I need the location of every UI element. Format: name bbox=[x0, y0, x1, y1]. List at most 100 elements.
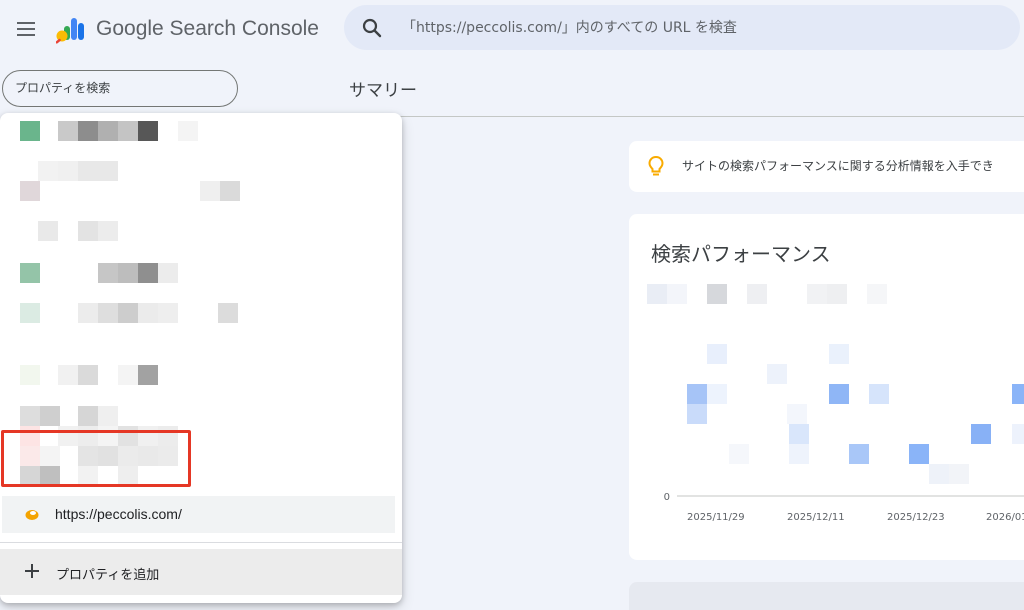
blurred-block bbox=[78, 406, 98, 426]
blurred-block bbox=[20, 263, 40, 283]
chart-blur-block bbox=[787, 404, 807, 424]
blurred-block bbox=[20, 446, 40, 466]
chart-blur-block bbox=[729, 444, 749, 464]
chart-blur-block bbox=[867, 284, 887, 304]
blurred-block bbox=[118, 426, 138, 446]
chart-blur-block bbox=[647, 284, 667, 304]
chart-blur-block bbox=[707, 344, 727, 364]
menu-icon bbox=[17, 22, 35, 36]
blurred-block bbox=[118, 446, 138, 466]
chart-blur-block bbox=[909, 444, 929, 464]
blurred-block bbox=[20, 181, 40, 201]
blurred-block bbox=[158, 426, 178, 446]
blurred-block bbox=[40, 406, 60, 426]
chart-blur-block bbox=[789, 424, 809, 444]
property-search[interactable]: プロパティを検索 bbox=[2, 70, 238, 107]
chart-blur-block bbox=[767, 364, 787, 384]
blurred-block bbox=[220, 181, 240, 201]
add-property-label: プロパティを追加 bbox=[56, 568, 160, 583]
blurred-block bbox=[78, 365, 98, 385]
blurred-block bbox=[158, 303, 178, 323]
blurred-property-list bbox=[20, 121, 240, 486]
chart-blur-block bbox=[1012, 384, 1024, 404]
blurred-block bbox=[138, 365, 158, 385]
x-tick-label: 2025/12/11 bbox=[787, 512, 845, 523]
blurred-block bbox=[78, 303, 98, 323]
chart-blur-block bbox=[869, 384, 889, 404]
blurred-block bbox=[20, 426, 40, 446]
x-tick-label: 2025/12/23 bbox=[887, 512, 945, 523]
search-console-logo[interactable] bbox=[56, 14, 86, 44]
blurred-block bbox=[98, 406, 118, 426]
blurred-block bbox=[78, 446, 98, 466]
chart-blur-block bbox=[829, 384, 849, 404]
insight-banner[interactable]: サイトの検索パフォーマンスに関する分析情報を入手でき bbox=[629, 141, 1024, 192]
chart-blur-block bbox=[747, 284, 767, 304]
chart-blur-block bbox=[667, 284, 687, 304]
url-inspection-search[interactable] bbox=[344, 5, 1020, 50]
chart-blur-block bbox=[707, 284, 727, 304]
chart-blur-block bbox=[687, 404, 707, 424]
blurred-block bbox=[158, 446, 178, 466]
blurred-block bbox=[20, 466, 40, 486]
blurred-block bbox=[20, 303, 40, 323]
blurred-block bbox=[138, 121, 158, 141]
blurred-block bbox=[158, 263, 178, 283]
blurred-block bbox=[58, 121, 78, 141]
blurred-block bbox=[78, 466, 98, 486]
blurred-block bbox=[138, 303, 158, 323]
blurred-block bbox=[20, 121, 40, 141]
top-bar: Google Search Console bbox=[0, 0, 1024, 60]
blurred-block bbox=[98, 263, 118, 283]
next-card bbox=[629, 582, 1024, 610]
blurred-block bbox=[118, 365, 138, 385]
blurred-block bbox=[58, 365, 78, 385]
menu-button[interactable] bbox=[12, 15, 40, 43]
search-icon[interactable] bbox=[361, 17, 383, 39]
chart-blur-block bbox=[789, 444, 809, 464]
blurred-block bbox=[138, 263, 158, 283]
blurred-block bbox=[20, 406, 40, 426]
blurred-block bbox=[118, 263, 138, 283]
blurred-block bbox=[98, 446, 118, 466]
chart-blur-block bbox=[929, 464, 949, 484]
brand-title[interactable]: Google Search Console bbox=[96, 17, 319, 41]
blurred-block bbox=[218, 303, 238, 323]
blurred-block bbox=[200, 181, 220, 201]
url-inspection-input[interactable] bbox=[402, 5, 1002, 50]
blurred-block bbox=[98, 221, 118, 241]
blurred-block bbox=[78, 221, 98, 241]
title-divider bbox=[326, 116, 1024, 117]
blurred-block bbox=[98, 161, 118, 181]
blurred-block bbox=[118, 466, 138, 486]
performance-card[interactable]: 検索パフォーマンス 0 2025/11/29 2025/12/11 2025/12/2… bbox=[629, 214, 1024, 560]
add-property-button[interactable]: プロパティを追加 bbox=[0, 549, 402, 595]
blurred-block bbox=[58, 426, 78, 446]
performance-title: 検索パフォーマンス bbox=[651, 242, 831, 266]
blurred-block bbox=[138, 426, 158, 446]
site-favicon bbox=[25, 510, 39, 520]
blurred-block bbox=[98, 303, 118, 323]
property-item-peccolis[interactable]: https://peccolis.com/ bbox=[2, 496, 395, 533]
blurred-block bbox=[38, 221, 58, 241]
insight-text: サイトの検索パフォーマンスに関する分析情報を入手でき bbox=[682, 159, 994, 173]
chart-blur-block bbox=[849, 444, 869, 464]
blurred-block bbox=[98, 426, 118, 446]
chart-blur-block bbox=[707, 384, 727, 404]
blurred-block bbox=[38, 161, 58, 181]
dropdown-divider bbox=[0, 542, 402, 543]
chart-blur-block bbox=[949, 464, 969, 484]
blurred-block bbox=[118, 121, 138, 141]
blurred-block bbox=[78, 426, 98, 446]
property-url: https://peccolis.com/ bbox=[55, 506, 182, 522]
blurred-block bbox=[58, 161, 78, 181]
property-dropdown: https://peccolis.com/ プロパティを追加 bbox=[0, 113, 402, 603]
chart-blur-block bbox=[827, 284, 847, 304]
performance-chart: 0 2025/11/29 2025/12/11 2025/12/23 2026/01/0… bbox=[647, 284, 1024, 523]
blurred-block bbox=[118, 303, 138, 323]
chart-blur-block bbox=[687, 384, 707, 404]
plus-icon bbox=[25, 564, 39, 578]
blurred-block bbox=[78, 161, 98, 181]
x-tick-label: 2026/01/04 bbox=[986, 512, 1024, 523]
chart-blur-block bbox=[971, 424, 991, 444]
